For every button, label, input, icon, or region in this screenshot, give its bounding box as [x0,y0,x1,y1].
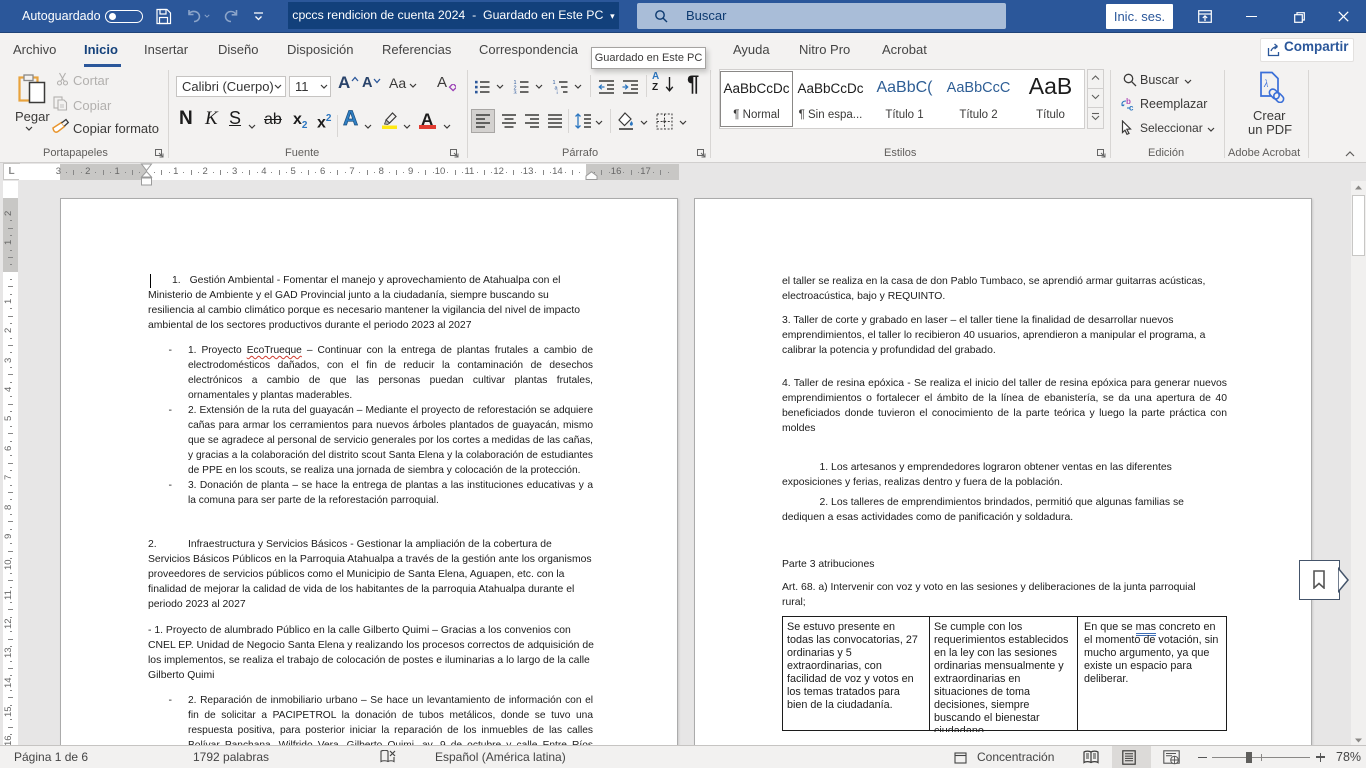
svg-text:i: i [557,90,558,94]
svg-text:λ: λ [1263,79,1269,90]
svg-text:c: c [1129,104,1134,112]
svg-text:3: 3 [514,90,517,94]
